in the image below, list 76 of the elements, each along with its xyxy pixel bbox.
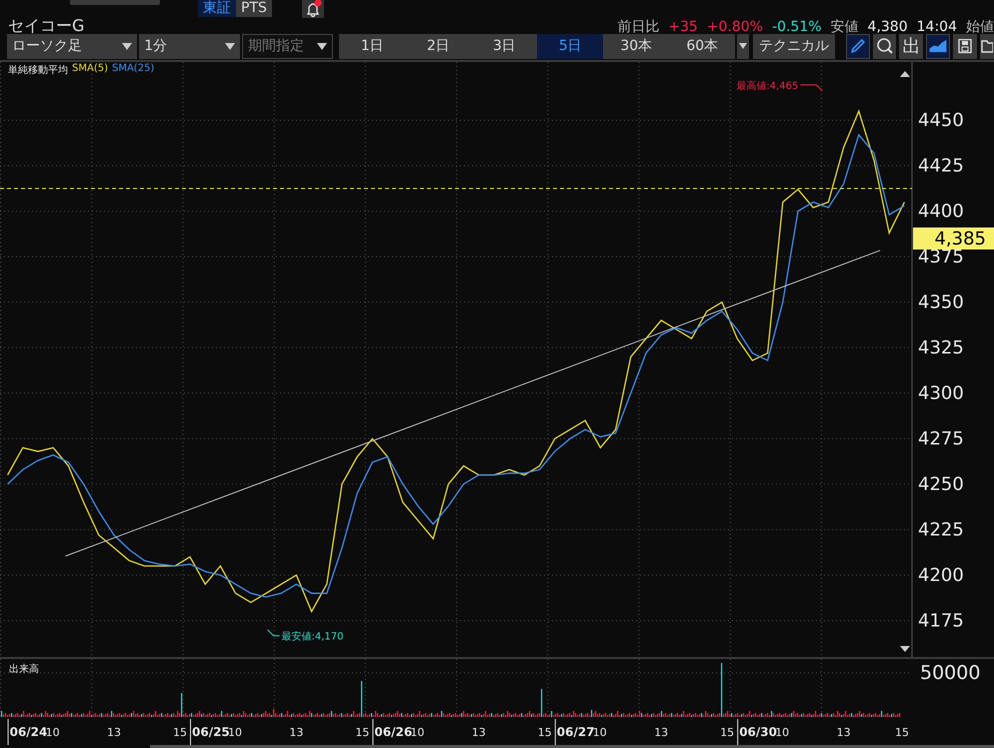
folder-icon [981,40,994,52]
more-dropdown[interactable] [737,34,750,58]
price-axis-label: 4450 [918,110,964,132]
time-label: 13 [107,726,121,739]
pencil-icon [850,39,865,53]
price-axis-label: 4200 [918,565,964,586]
time-label: 10 [592,726,607,739]
time-label: 13 [836,726,851,739]
scroll-down-icon[interactable] [900,646,910,652]
caret-icon [122,42,132,50]
time-label: 15 [173,726,187,739]
time-label: 13 [654,726,668,739]
price-tag: 4,385 [913,228,994,250]
time-label: 13 [289,726,304,739]
date-label: 06/25 [192,725,230,739]
date-label: 06/26 [374,725,412,739]
leader-line [267,629,280,636]
caret-icon [224,42,235,50]
date-label: 06/27 [556,725,595,739]
technical-button[interactable]: テクニカル [753,34,835,58]
price-axis-label: 4325 [918,338,964,359]
zoom-button[interactable] [872,34,896,58]
price-axis-label: 4250 [918,474,964,496]
pencil-button[interactable] [846,34,870,58]
time-label: 13 [472,726,486,739]
quote-text: -0.51% [772,19,822,35]
interval-dropdown[interactable]: 1分 [139,34,240,58]
quote-text: 前日比 [617,19,660,35]
price-axis-label: 4275 [918,428,964,450]
chart-type-dropdown[interactable]: ローソク足 [7,34,138,58]
caret-icon [739,43,748,49]
quote-text: 14:04 [916,19,957,35]
quote-text: +0.80% [706,19,764,35]
price-axis-label: 4300 [918,383,964,404]
area-chart-icon [928,39,948,53]
output-button[interactable]: 出 [899,34,924,58]
time-label: 10 [410,726,424,739]
price-axis-label: 4175 [918,610,964,632]
folder-button[interactable] [980,34,994,58]
save-button[interactable] [953,34,978,58]
time-label: 15 [895,726,909,739]
price-axis-label: 4375 [918,246,964,268]
period-tab[interactable]: 5日 [537,34,604,58]
save-icon [958,38,972,54]
stock-name: セイコーG [8,18,84,34]
price-axis-label: 4400 [918,201,964,222]
time-label: 15 [538,726,552,739]
legend-label: SMA(5) [72,63,108,76]
leader-line [800,84,823,92]
exchange-tab[interactable]: PTS [236,0,272,17]
price-axis-label: 4425 [918,156,964,177]
date-label: 06/30 [739,725,777,739]
legend-label: SMA(25) [112,63,154,76]
scroll-up-icon[interactable] [900,71,910,77]
price-axis-label: 4350 [918,292,964,314]
caret-icon [317,42,328,50]
time-label: 10 [775,726,790,739]
quote-text: +35 [668,19,698,35]
time-label: 15 [355,726,370,739]
price-axis-label: 4225 [918,520,964,541]
date-label: 06/24 [10,725,48,739]
volume-label: 出来高 [9,662,39,676]
high-price-label: 最高値:4,465 [736,80,798,92]
area-chart-button[interactable] [926,34,950,58]
time-label: 10 [46,726,60,739]
low-price-label: 最安値:4,170 [282,632,344,643]
quote-text: 4,380 [868,19,908,35]
time-label: 15 [720,726,734,739]
exchange-tab[interactable]: 東証 [198,0,236,17]
volume-axis-label: 50000 [920,662,980,684]
time-label: 10 [228,726,242,739]
search-icon [876,37,894,55]
bell-icon[interactable] [302,0,324,18]
quote-text: 始値 [966,19,994,35]
quote-text: 安値 [830,19,859,35]
indicator-label: 単純移動平均 [8,64,68,77]
